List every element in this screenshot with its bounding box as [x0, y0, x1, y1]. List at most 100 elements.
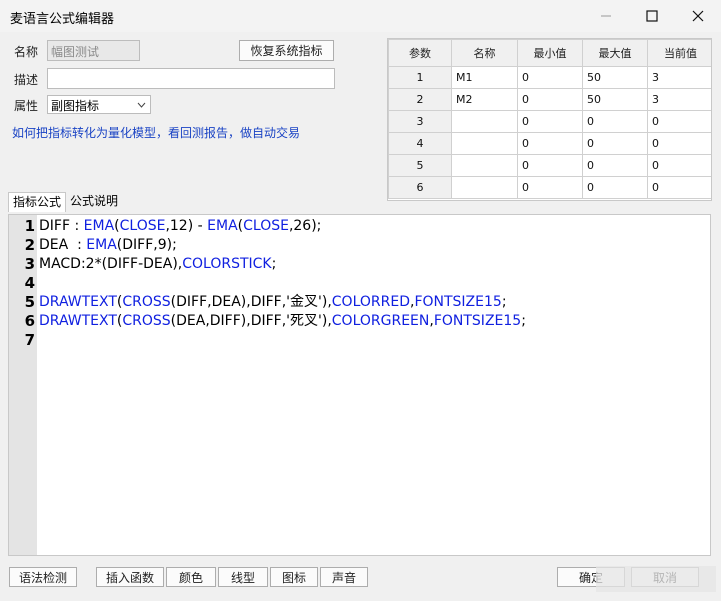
- code-keyword: COLORGREEN: [331, 313, 430, 329]
- header-max: 最大值: [582, 39, 648, 67]
- param-no-cell: 4: [388, 132, 452, 155]
- code-keyword: EMA: [83, 218, 115, 234]
- param-min-cell[interactable]: 0: [517, 66, 583, 89]
- line-number: 7: [24, 331, 35, 349]
- code-text: DIFF :: [39, 218, 84, 234]
- minimize-button[interactable]: [583, 0, 629, 32]
- code-line: DRAWTEXT(CROSS(DEA,DIFF),DIFF,'死叉'),COLO…: [39, 312, 526, 331]
- chevron-down-icon: [137, 102, 146, 108]
- icon-button[interactable]: 图标: [270, 567, 318, 587]
- param-name-cell[interactable]: [451, 110, 518, 133]
- param-max-cell[interactable]: 50: [582, 66, 648, 89]
- name-value: 幅图测试: [51, 45, 100, 59]
- parameter-row: 6000: [388, 176, 711, 199]
- param-max-cell[interactable]: 0: [582, 132, 648, 155]
- maximize-button[interactable]: [629, 0, 675, 32]
- code-text: DEA :: [39, 237, 87, 253]
- code-keyword: CLOSE: [119, 218, 166, 234]
- param-name-cell[interactable]: [451, 154, 518, 177]
- title-bar: 麦语言公式编辑器: [0, 0, 721, 32]
- param-max-cell[interactable]: 0: [582, 176, 648, 199]
- watermark-overlay: [596, 566, 716, 592]
- attribute-select[interactable]: 副图指标: [47, 95, 151, 114]
- restore-system-indicator-button[interactable]: 恢复系统指标: [239, 40, 334, 61]
- attr-label: 属性: [14, 99, 39, 113]
- param-no-cell: 3: [388, 110, 452, 133]
- code-line: DIFF : EMA(CLOSE,12) - EMA(CLOSE,26);: [39, 217, 321, 236]
- parameter-header-row: 参数 名称 最小值 最大值 当前值: [388, 39, 711, 67]
- param-max-cell[interactable]: 0: [582, 154, 648, 177]
- line-type-button[interactable]: 线型: [218, 567, 268, 587]
- param-name-cell[interactable]: M2: [451, 88, 518, 111]
- code-text: (DEA,DIFF),DIFF,'死叉'),: [170, 313, 332, 329]
- header-min: 最小值: [517, 39, 583, 67]
- close-icon: [692, 10, 704, 22]
- param-current-cell[interactable]: 0: [647, 110, 711, 133]
- param-min-cell[interactable]: 0: [517, 110, 583, 133]
- line-number: 4: [24, 274, 35, 292]
- line-number: 5: [24, 293, 35, 311]
- code-text: MACD:2*(DIFF-DEA),: [39, 256, 183, 272]
- tab-formula-description[interactable]: 公式说明: [66, 192, 128, 212]
- quant-model-link[interactable]: 如何把指标转化为量化模型，看回测报告，做自动交易: [12, 124, 300, 141]
- code-keyword: EMA: [86, 237, 117, 253]
- param-min-cell[interactable]: 0: [517, 154, 583, 177]
- name-label: 名称: [14, 45, 39, 59]
- param-min-cell[interactable]: 0: [517, 176, 583, 199]
- name-field[interactable]: 幅图测试: [47, 40, 140, 61]
- code-text: ,12) -: [165, 218, 208, 234]
- code-keyword: COLORSTICK: [182, 256, 272, 272]
- desc-label: 描述: [14, 73, 39, 87]
- param-current-cell[interactable]: 0: [647, 154, 711, 177]
- param-no-cell: 6: [388, 176, 452, 199]
- line-number: 1: [24, 217, 35, 235]
- code-text: (DIFF,DEA),DIFF,'金叉'),: [170, 294, 332, 310]
- syntax-check-button[interactable]: 语法检测: [9, 567, 77, 587]
- param-max-cell[interactable]: 50: [582, 88, 648, 111]
- parameter-row: 3000: [388, 110, 711, 133]
- code-keyword: DRAWTEXT: [39, 294, 117, 310]
- header-current: 当前值: [647, 39, 711, 67]
- param-min-cell[interactable]: 0: [517, 132, 583, 155]
- line-number: 3: [24, 255, 35, 273]
- color-button[interactable]: 颜色: [166, 567, 216, 587]
- code-keyword: CROSS: [122, 313, 171, 329]
- code-keyword: FONTSIZE15: [433, 313, 522, 329]
- code-text: ;: [521, 313, 526, 329]
- parameter-row: 1 M1 0 50 3: [388, 66, 711, 89]
- param-name-cell[interactable]: [451, 132, 518, 155]
- param-current-cell[interactable]: 0: [647, 132, 711, 155]
- code-text: ,26);: [288, 218, 322, 234]
- code-keyword: DRAWTEXT: [39, 313, 117, 329]
- parameter-table: 参数 名称 最小值 最大值 当前值 1 M1 0 50 3 2 M2 0 50 3 3 0 0 0 4 0 0 0…: [387, 38, 712, 201]
- param-name-cell[interactable]: [451, 176, 518, 199]
- code-text: ;: [271, 256, 277, 272]
- window-title: 麦语言公式编辑器: [10, 12, 115, 27]
- param-current-cell[interactable]: 0: [647, 176, 711, 199]
- description-field[interactable]: [47, 68, 335, 89]
- param-no-cell: 1: [388, 66, 452, 89]
- code-line: DRAWTEXT(CROSS(DIFF,DEA),DIFF,'金叉'),COLO…: [39, 293, 507, 312]
- sound-button[interactable]: 声音: [320, 567, 368, 587]
- param-max-cell[interactable]: 0: [582, 110, 648, 133]
- insert-function-button[interactable]: 插入函数: [96, 567, 164, 587]
- parameter-row: 4000: [388, 132, 711, 155]
- header-name: 名称: [451, 39, 518, 67]
- tab-indicator-formula[interactable]: 指标公式: [8, 192, 66, 212]
- code-keyword: CROSS: [122, 294, 171, 310]
- line-number: 6: [24, 312, 35, 330]
- minimize-icon: [601, 15, 611, 17]
- code-keyword: COLORRED: [331, 294, 410, 310]
- param-name-cell[interactable]: M1: [451, 66, 518, 89]
- maximize-icon: [646, 10, 658, 22]
- code-text: (DIFF,9);: [116, 237, 177, 253]
- close-button[interactable]: [675, 0, 721, 32]
- param-current-cell[interactable]: 3: [647, 88, 711, 111]
- param-current-cell[interactable]: 3: [647, 66, 711, 89]
- param-no-cell: 2: [388, 88, 452, 111]
- param-min-cell[interactable]: 0: [517, 88, 583, 111]
- code-keyword: FONTSIZE15: [414, 294, 502, 310]
- formula-editor[interactable]: 1234567 DIFF : EMA(CLOSE,12) - EMA(CLOSE…: [8, 214, 711, 556]
- line-number-gutter: 1234567: [9, 215, 37, 555]
- parameter-row: 2 M2 0 50 3: [388, 88, 711, 111]
